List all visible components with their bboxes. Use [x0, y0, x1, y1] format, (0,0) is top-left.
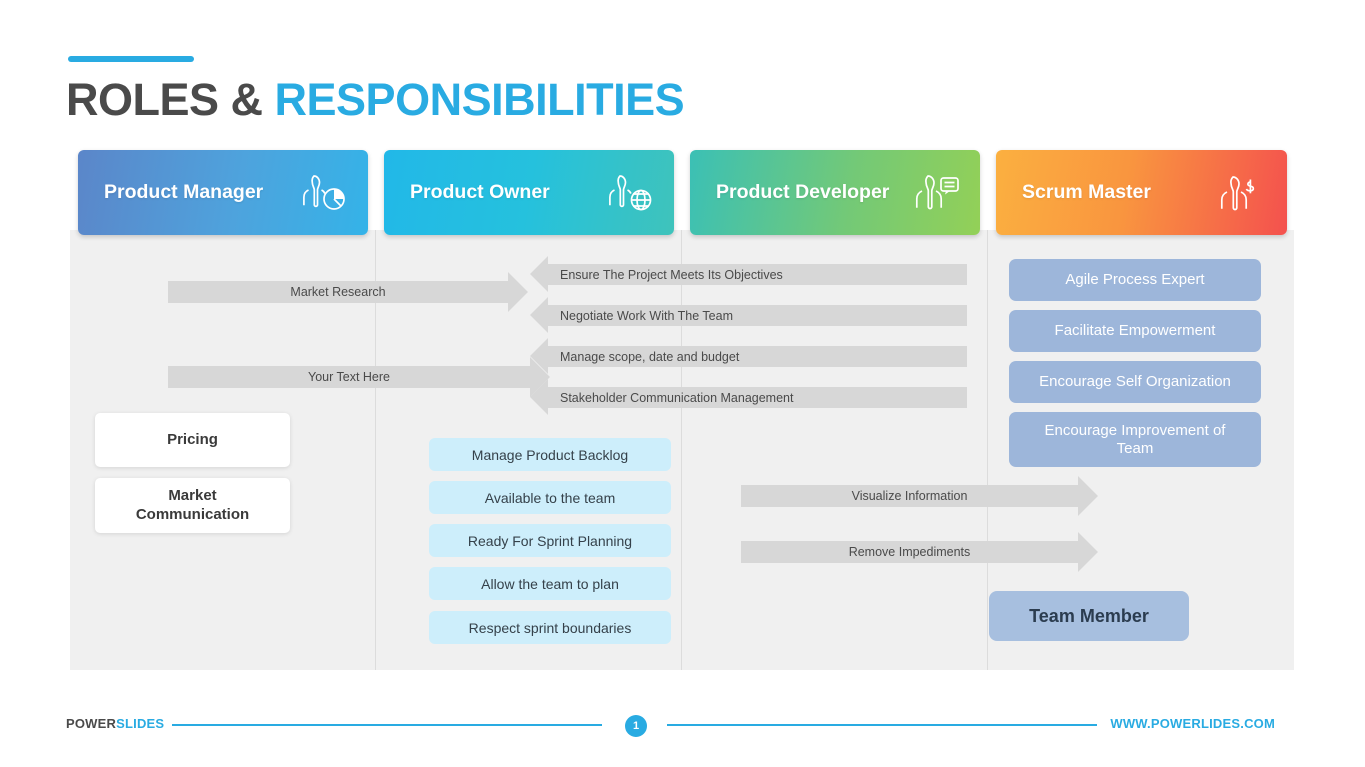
- arrow-label: Your Text Here: [308, 370, 390, 384]
- column-divider-2: [681, 230, 682, 670]
- role-header-label: Product Owner: [410, 181, 550, 203]
- card-label: Pricing: [167, 430, 218, 448]
- page-title-blue: RESPONSIBILITIES: [274, 74, 685, 125]
- page-number-value: 1: [632, 720, 640, 732]
- footer-url[interactable]: WWW.POWERLIDES.COM: [1110, 716, 1275, 731]
- title-accent-bar: [68, 56, 194, 62]
- arrow-head-left-icon: [530, 297, 548, 333]
- arrow-ensure-objectives: Ensure The Project Meets Its Objectives: [530, 256, 967, 292]
- person-globe-icon: [600, 168, 656, 218]
- arrow-label: Negotiate Work With The Team: [560, 308, 733, 323]
- page-number-badge: 1: [625, 715, 647, 737]
- column-divider-3: [987, 230, 988, 670]
- pill-encourage-improvement-of-team[interactable]: Encourage Improvement of Team: [1009, 412, 1261, 467]
- card-label: Team Member: [1029, 605, 1149, 626]
- footer-rule-left: [172, 724, 602, 726]
- pill-ready-for-sprint-planning[interactable]: Ready For Sprint Planning: [429, 524, 671, 557]
- page-title: ROLES & RESPONSIBILITIES: [66, 74, 685, 126]
- arrow-label: Ensure The Project Meets Its Objectives: [560, 267, 783, 282]
- page-title-dark: ROLES &: [66, 74, 275, 125]
- role-header-product-developer[interactable]: Product Developer: [690, 150, 980, 235]
- pill-available-to-the-team[interactable]: Available to the team: [429, 481, 671, 514]
- arrow-negotiate-work: Negotiate Work With The Team: [530, 297, 967, 333]
- role-header-label: Product Developer: [716, 181, 890, 203]
- role-header-scrum-master[interactable]: Scrum Master: [996, 150, 1287, 235]
- person-dollar-icon: [1213, 168, 1269, 218]
- pill-encourage-self-organization[interactable]: Encourage Self Organization: [1009, 361, 1261, 403]
- arrow-remove-impediments: Remove Impediments: [741, 532, 1098, 572]
- arrow-head-right-icon: [508, 272, 528, 312]
- footer-logo-blue: SLIDES: [116, 716, 165, 731]
- pill-label: Ready For Sprint Planning: [467, 532, 633, 549]
- role-header-label: Scrum Master: [1022, 181, 1151, 203]
- pill-manage-product-backlog[interactable]: Manage Product Backlog: [429, 438, 671, 471]
- footer-logo-dark: POWER: [66, 716, 117, 731]
- pill-agile-process-expert[interactable]: Agile Process Expert: [1009, 259, 1261, 301]
- arrow-manage-scope: Manage scope, date and budget: [530, 338, 967, 374]
- arrow-head-right-icon: [1078, 476, 1098, 516]
- pill-label: Encourage Self Organization: [1039, 373, 1231, 390]
- pill-allow-the-team-to-plan[interactable]: Allow the team to plan: [429, 567, 671, 600]
- arrow-label: Market Research: [290, 285, 386, 299]
- role-header-product-owner[interactable]: Product Owner: [384, 150, 674, 235]
- card-label: Market Communication: [135, 486, 250, 523]
- pill-label: Available to the team: [484, 489, 616, 506]
- arrow-label: Visualize Information: [851, 489, 968, 503]
- pill-label: Agile Process Expert: [1065, 271, 1205, 288]
- arrow-head-left-icon: [530, 338, 548, 374]
- pill-facilitate-empowerment[interactable]: Facilitate Empowerment: [1009, 310, 1261, 352]
- person-chat-icon: [906, 168, 962, 218]
- arrow-head-left-icon: [530, 379, 548, 415]
- pill-label: Facilitate Empowerment: [1054, 322, 1216, 339]
- footer-rule-right: [667, 724, 1097, 726]
- pill-label: Manage Product Backlog: [471, 446, 629, 463]
- arrow-your-text-here: Your Text Here: [168, 357, 550, 397]
- arrow-head-left-icon: [530, 256, 548, 292]
- pill-label: Allow the team to plan: [481, 575, 619, 592]
- arrow-stakeholder-communication: Stakeholder Communication Management: [530, 379, 967, 415]
- card-pricing[interactable]: Pricing: [95, 413, 290, 467]
- arrow-market-research: Market Research: [168, 272, 528, 312]
- arrow-visualize-information: Visualize Information: [741, 476, 1098, 516]
- role-header-label: Product Manager: [104, 181, 264, 203]
- role-header-product-manager[interactable]: Product Manager: [78, 150, 368, 235]
- pill-label: Encourage Improvement of Team: [1044, 421, 1226, 457]
- card-market-communication[interactable]: Market Communication: [95, 478, 290, 533]
- footer-logo: POWERSLIDES: [66, 716, 164, 731]
- pill-respect-sprint-boundaries[interactable]: Respect sprint boundaries: [429, 611, 671, 644]
- arrow-label: Stakeholder Communication Management: [560, 390, 794, 405]
- arrow-head-right-icon: [1078, 532, 1098, 572]
- pill-label: Respect sprint boundaries: [468, 619, 632, 636]
- person-chart-icon: [294, 168, 350, 218]
- arrow-label: Remove Impediments: [848, 545, 971, 559]
- arrow-label: Manage scope, date and budget: [560, 349, 740, 364]
- card-team-member[interactable]: Team Member: [989, 591, 1189, 641]
